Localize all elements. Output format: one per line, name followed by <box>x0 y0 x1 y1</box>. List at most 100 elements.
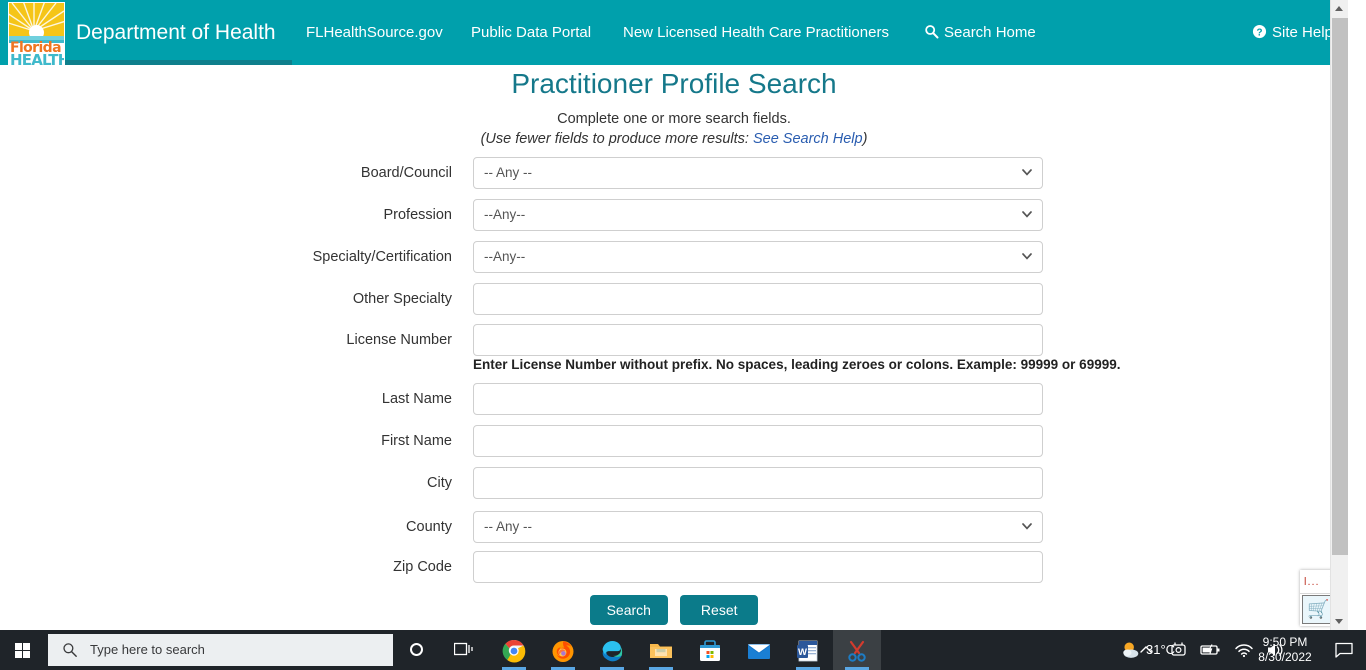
task-view-button[interactable] <box>446 630 482 670</box>
taskbar-app-word[interactable]: W <box>784 630 832 670</box>
taskbar-app-microsoft-store[interactable] <box>686 630 734 670</box>
input-first-name[interactable] <box>473 425 1043 457</box>
form-row-other-specialty: Other Specialty <box>0 283 1348 315</box>
taskbar-app-snipping-tool[interactable] <box>833 630 881 670</box>
tray-onedrive[interactable] <box>1164 630 1194 670</box>
nav-link-search-home-label: Search Home <box>944 24 1036 41</box>
subtitle-instruction: Complete one or more search fields. <box>557 111 791 127</box>
select-specialty-certification[interactable]: --Any-- <box>473 241 1043 273</box>
clock-time: 9:50 PM <box>1262 635 1308 649</box>
clock-date: 8/30/2022 <box>1258 650 1312 664</box>
select-specialty-certification-value: --Any-- <box>484 249 526 264</box>
cortana-icon <box>410 643 423 656</box>
label-city: City <box>427 475 452 491</box>
scrollbar-down-button[interactable] <box>1331 613 1348 630</box>
search-icon <box>63 643 77 658</box>
nav-link-flhealthsource[interactable]: FLHealthSource.gov <box>306 24 443 41</box>
mozilla-firefox-icon <box>552 641 574 662</box>
chevron-up-icon <box>1140 646 1152 653</box>
form-row-county: County -- Any -- <box>0 511 1348 543</box>
form-row-specialty-certification: Specialty/Certification --Any-- <box>0 241 1348 273</box>
page-title: Practitioner Profile Search <box>511 68 837 99</box>
action-center-button[interactable] <box>1328 630 1360 670</box>
form-row-board-council: Board/Council -- Any -- <box>0 157 1348 189</box>
select-profession-value: --Any-- <box>484 207 526 222</box>
screen: Florida HEALTH Department of Health FLHe… <box>0 0 1366 670</box>
input-license-number[interactable] <box>473 324 1043 356</box>
snipping-tool-icon <box>848 640 866 662</box>
nav-link-search-home[interactable]: Search Home <box>924 24 1036 41</box>
nav-link-public-data-portal[interactable]: Public Data Portal <box>471 24 591 41</box>
page-scrollbar[interactable] <box>1330 0 1348 630</box>
chevron-down-icon <box>1022 523 1032 530</box>
scrollbar-thumb[interactable] <box>1332 18 1348 555</box>
florida-health-logo[interactable]: Florida HEALTH <box>8 2 65 66</box>
microsoft-edge-icon <box>602 641 623 662</box>
label-other-specialty: Other Specialty <box>352 291 452 307</box>
label-zip-code: Zip Code <box>393 559 452 575</box>
shopping-cart-icon: 🛒 <box>1307 599 1330 619</box>
select-board-council[interactable]: -- Any -- <box>473 157 1043 189</box>
taskbar-app-file-explorer[interactable] <box>637 630 685 670</box>
select-county[interactable]: -- Any -- <box>473 511 1043 543</box>
form-row-last-name: Last Name <box>0 383 1348 415</box>
start-button[interactable] <box>0 630 48 670</box>
onedrive-icon <box>1171 642 1186 656</box>
label-specialty-certification: Specialty/Certification <box>312 249 452 265</box>
see-search-help-link[interactable]: See Search Help <box>753 131 863 147</box>
task-view-icon <box>454 642 473 656</box>
site-header: Florida HEALTH Department of Health FLHe… <box>0 0 1348 66</box>
input-last-name[interactable] <box>473 383 1043 415</box>
input-zip-code[interactable] <box>473 551 1043 583</box>
form-row-city: City <box>0 467 1348 499</box>
subtitle-prefix: (Use fewer fields to produce more result… <box>480 131 753 147</box>
input-other-specialty[interactable] <box>473 283 1043 315</box>
nav-link-new-licensed-practitioners[interactable]: New Licensed Health Care Practitioners <box>623 24 889 41</box>
tray-show-hidden-icons[interactable] <box>1132 630 1160 670</box>
label-profession: Profession <box>383 207 452 223</box>
nav-link-site-help[interactable]: ? Site Help <box>1252 24 1333 41</box>
select-county-value: -- Any -- <box>484 519 533 534</box>
google-chrome-icon <box>502 639 526 663</box>
taskbar-app-firefox[interactable] <box>539 630 587 670</box>
chevron-down-icon <box>1022 253 1032 260</box>
logo-text-health: HEALTH <box>10 51 65 66</box>
header-accent-underline <box>65 60 292 65</box>
label-last-name: Last Name <box>381 391 452 407</box>
scrollbar-up-button[interactable] <box>1331 0 1348 17</box>
select-profession[interactable]: --Any-- <box>473 199 1043 231</box>
label-license-number: License Number <box>346 332 452 348</box>
question-circle-icon: ? <box>1252 24 1267 38</box>
windows-taskbar: Type here to search W 31°C 9:50 PM 8/30/… <box>0 630 1366 670</box>
subtitle-help-line: (Use fewer fields to produce more result… <box>0 131 1348 147</box>
label-first-name: First Name <box>381 433 452 449</box>
chevron-down-icon <box>1335 619 1343 624</box>
taskbar-search-input[interactable]: Type here to search <box>48 634 393 666</box>
search-button[interactable]: Search <box>589 595 668 625</box>
form-row-license-number: License Number <box>0 324 1348 356</box>
taskbar-app-edge[interactable] <box>588 630 636 670</box>
file-explorer-icon <box>650 644 672 658</box>
chevron-down-icon <box>1022 211 1032 218</box>
label-county: County <box>406 519 452 535</box>
form-row-profession: Profession --Any-- <box>0 199 1348 231</box>
action-center-icon <box>1335 642 1353 658</box>
microsoft-word-icon: W <box>797 640 818 662</box>
svg-text:W: W <box>798 647 807 658</box>
input-city[interactable] <box>473 467 1043 499</box>
battery-icon <box>1200 644 1220 655</box>
search-icon <box>925 25 939 39</box>
taskbar-app-mail[interactable] <box>735 630 783 670</box>
browser-page: Florida HEALTH Department of Health FLHe… <box>0 0 1348 630</box>
cortana-button[interactable] <box>398 630 436 670</box>
tray-battery[interactable] <box>1195 630 1227 670</box>
nav-link-site-help-label: Site Help <box>1272 24 1333 41</box>
form-actions: Search Reset <box>0 595 1348 625</box>
taskbar-clock[interactable]: 9:50 PM 8/30/2022 <box>1246 630 1324 670</box>
reset-button[interactable]: Reset <box>680 595 759 625</box>
brand-title: Department of Health <box>76 21 276 44</box>
logo-sun-graphic <box>9 3 64 43</box>
taskbar-app-chrome[interactable] <box>490 630 538 670</box>
form-row-first-name: First Name <box>0 425 1348 457</box>
svg-text:?: ? <box>1256 27 1262 38</box>
